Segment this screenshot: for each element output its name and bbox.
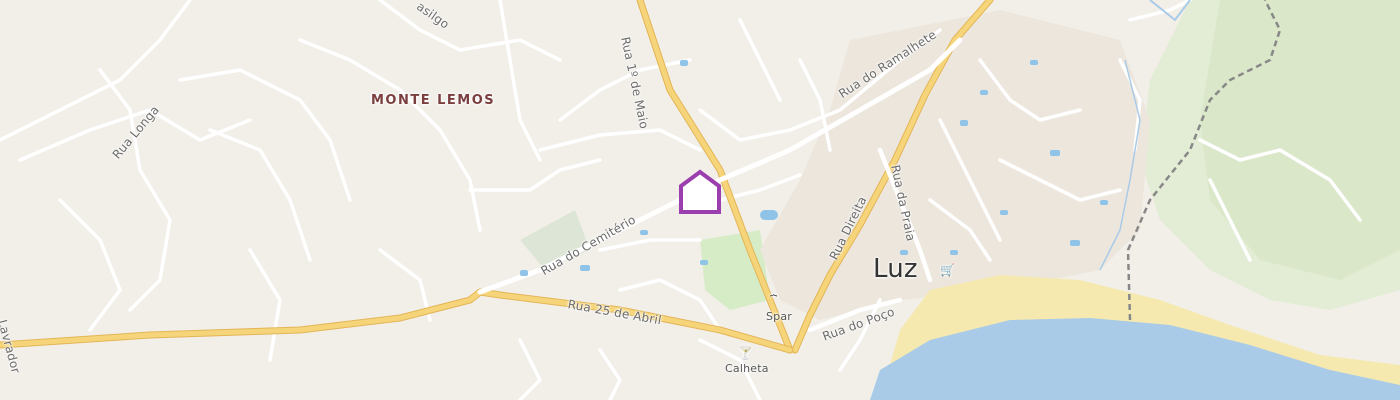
shopping-cart-icon[interactable]: 🛒 bbox=[940, 263, 955, 277]
home-marker-icon bbox=[679, 169, 721, 214]
road-rua-25-de-abril bbox=[0, 289, 793, 353]
town-label-luz: Luz bbox=[873, 254, 918, 284]
map-canvas bbox=[0, 0, 1400, 400]
district-label-monte-lemos: MONTE LEMOS bbox=[371, 93, 496, 108]
poi-label-calheta[interactable]: Calheta bbox=[725, 362, 769, 375]
cocktail-bar-icon[interactable]: 🍸 bbox=[738, 346, 753, 360]
poi-label-spar[interactable]: Spar bbox=[766, 310, 792, 323]
shopping-basket-icon[interactable]: ⏞ bbox=[770, 294, 777, 309]
map-view[interactable]: MONTE LEMOS Luz Rua 1º de Maio Rua do Ra… bbox=[0, 0, 1400, 400]
